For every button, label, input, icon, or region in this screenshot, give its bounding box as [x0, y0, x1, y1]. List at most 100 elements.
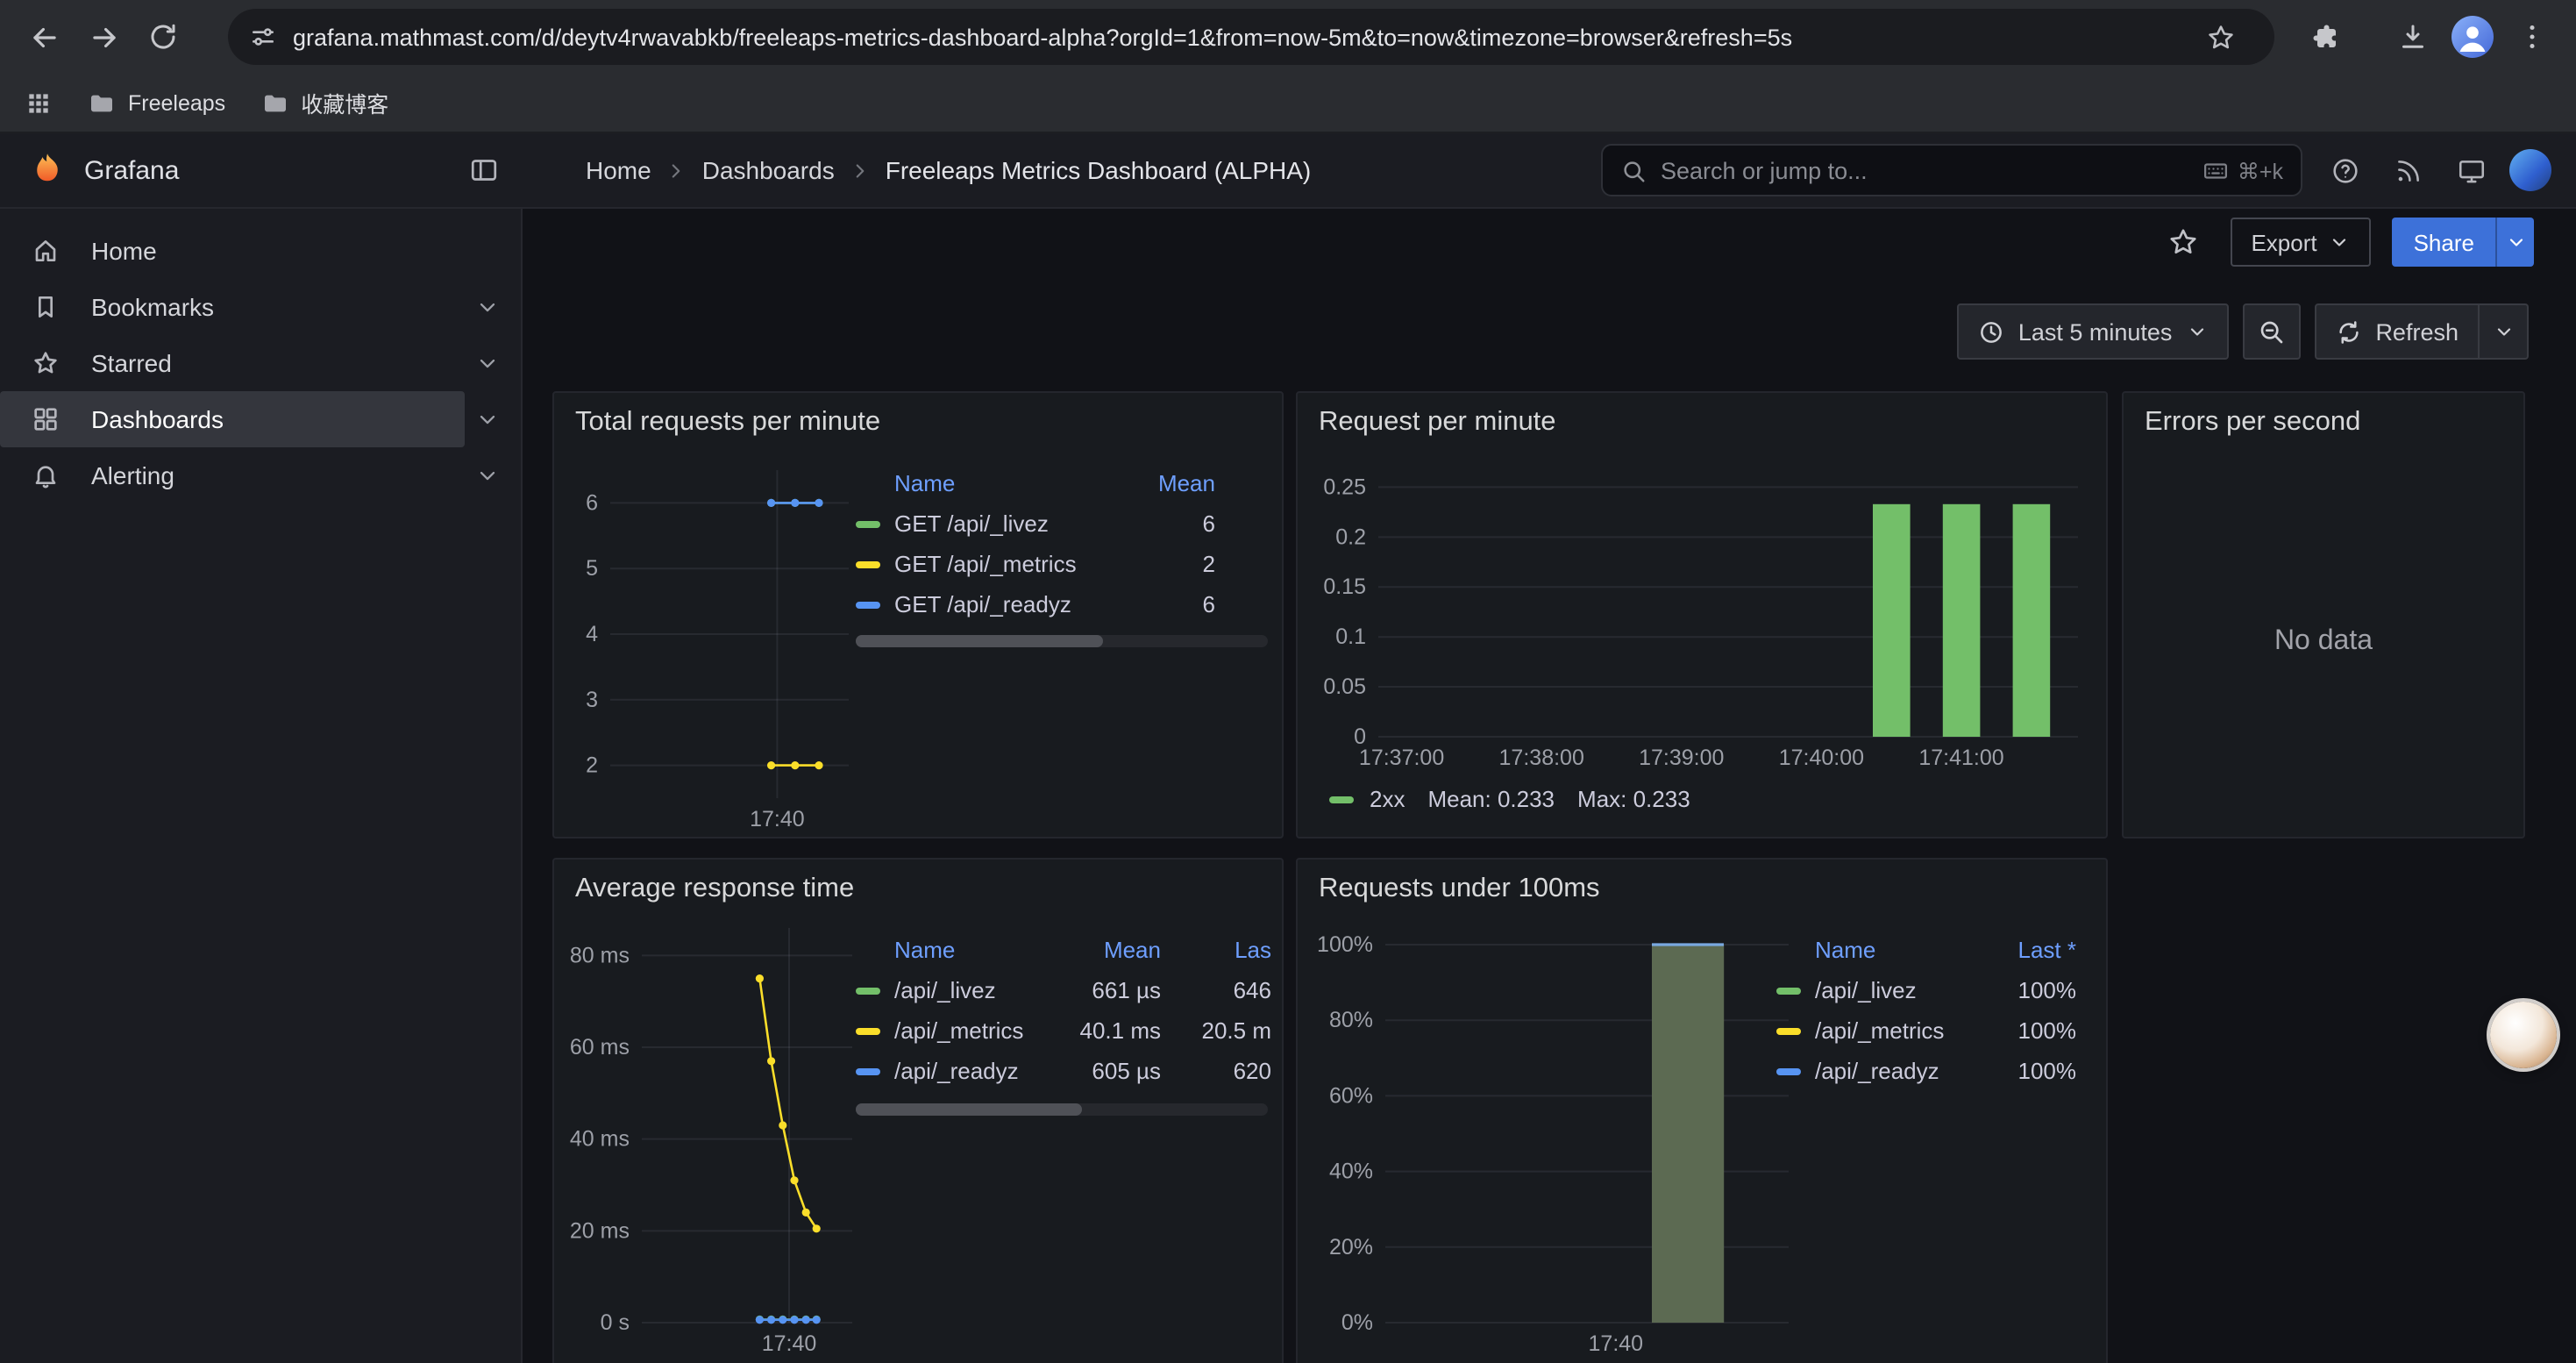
chevron-right-icon — [665, 159, 688, 182]
scrollbar-thumb[interactable] — [856, 635, 1103, 647]
time-range-picker[interactable]: Last 5 minutes — [1957, 303, 2229, 360]
legend-scrollbar[interactable] — [856, 1103, 1268, 1116]
legend-series[interactable]: /api/_readyz — [1776, 1058, 1971, 1084]
kiosk-mode-button[interactable] — [2446, 146, 2495, 195]
legend-col[interactable]: Las — [1161, 937, 1271, 963]
chevron-down-icon[interactable] — [465, 284, 510, 330]
panel-title[interactable]: Average response time — [554, 860, 1282, 905]
legend-series[interactable]: GET /api/_readyz — [856, 591, 1110, 617]
chevron-down-icon — [2330, 232, 2351, 253]
svg-text:20 ms: 20 ms — [570, 1218, 630, 1243]
address-bar[interactable]: grafana.mathmast.com/d/deytv4rwavabkb/fr… — [228, 9, 2274, 65]
chevron-down-icon[interactable] — [465, 396, 510, 442]
bookmark-folder-freeleaps[interactable]: Freeleaps — [88, 89, 225, 117]
svg-text:0.15: 0.15 — [1323, 574, 1366, 599]
site-settings-icon[interactable] — [249, 23, 277, 51]
dashboard-actions: Export Share — [2156, 218, 2534, 267]
user-avatar[interactable] — [2509, 149, 2551, 191]
bookmark-folder-blogs[interactable]: 收藏博客 — [260, 86, 388, 119]
legend-series[interactable]: /api/_metrics — [1776, 1017, 1971, 1044]
panel-title[interactable]: Request per minute — [1298, 393, 2106, 439]
favorite-dashboard-button[interactable] — [2156, 218, 2209, 267]
sidebar-item-starred[interactable]: Starred — [0, 335, 465, 391]
apps-shortcut[interactable] — [25, 89, 53, 117]
forward-button[interactable] — [79, 12, 128, 61]
star-icon — [32, 349, 60, 377]
svg-text:17:37:00: 17:37:00 — [1359, 746, 1444, 770]
legend-series[interactable]: /api/_readyz — [856, 1058, 1031, 1084]
series-name[interactable]: 2xx — [1370, 786, 1405, 812]
legend-col[interactable]: Last * — [1971, 937, 2076, 963]
refresh-button[interactable]: Refresh — [2314, 303, 2480, 360]
svg-text:40%: 40% — [1329, 1160, 1373, 1184]
extensions-button[interactable] — [2301, 12, 2350, 61]
chevron-down-icon[interactable] — [465, 453, 510, 498]
sidebar-item-bookmarks[interactable]: Bookmarks — [0, 279, 465, 335]
browser-profile-button[interactable] — [2448, 12, 2497, 61]
downloads-button[interactable] — [2388, 12, 2437, 61]
sidebar-row-home: Home — [0, 223, 521, 279]
url-text[interactable]: grafana.mathmast.com/d/deytv4rwavabkb/fr… — [293, 24, 2190, 50]
legend-value: 100% — [1971, 977, 2076, 1003]
legend-table: NameMean GET /api/_livez6 GET /api/_metric… — [856, 463, 1264, 624]
header-left: Grafana — [0, 133, 523, 207]
svg-text:5: 5 — [586, 556, 598, 581]
bookmark-star-icon[interactable] — [2206, 22, 2253, 52]
legend-value: 605 µs — [1031, 1058, 1161, 1084]
legend-col[interactable]: Mean — [1031, 937, 1161, 963]
legend-stat: Max: 0.233 — [1577, 786, 1690, 812]
request-per-minute-chart[interactable]: 00.050.10.150.20.2517:37:0017:38:0017:39… — [1312, 446, 2096, 779]
chevron-down-icon[interactable] — [465, 340, 510, 386]
legend-series[interactable]: /api/_livez — [1776, 977, 1971, 1003]
grafana-flame-icon — [28, 151, 67, 189]
total-requests-chart[interactable]: 2345617:40 — [565, 446, 863, 840]
svg-text:0%: 0% — [1341, 1310, 1373, 1335]
browser-menu-button[interactable] — [2508, 12, 2557, 61]
help-button[interactable] — [2320, 146, 2369, 195]
share-menu-caret[interactable] — [2495, 218, 2534, 267]
legend-series[interactable]: GET /api/_livez — [856, 510, 1110, 537]
export-button[interactable]: Export — [2230, 218, 2371, 267]
dock-menu-toggle[interactable] — [459, 146, 509, 195]
average-response-time-chart[interactable]: 0 s20 ms40 ms60 ms80 ms17:40 — [565, 912, 863, 1363]
requests-under-100ms-chart[interactable]: 0%20%40%60%80%100%17:40 — [1312, 912, 1803, 1363]
legend-col-name[interactable]: Name — [856, 937, 1031, 963]
legend-row: /api/_livez661 µs646 — [856, 970, 1271, 1010]
star-outline-icon — [2206, 22, 2236, 52]
legend-series[interactable]: /api/_metrics — [856, 1017, 1031, 1044]
sidebar-item-alerting[interactable]: Alerting — [0, 447, 465, 503]
bookmark-label: 收藏博客 — [301, 86, 388, 119]
legend-col-name[interactable]: Name — [1776, 937, 1971, 963]
panel-title[interactable]: Requests under 100ms — [1298, 860, 2106, 905]
zoom-out-button[interactable] — [2242, 303, 2300, 360]
browser-profile-avatar — [2451, 16, 2494, 58]
sidebar-item-dashboards[interactable]: Dashboards — [0, 391, 465, 447]
share-button[interactable]: Share — [2393, 218, 2495, 267]
sidebar-item-home[interactable]: Home — [0, 223, 510, 279]
reload-button[interactable] — [139, 12, 188, 61]
person-icon — [2451, 16, 2494, 58]
legend-col[interactable]: Mean — [1110, 470, 1215, 496]
legend-row: /api/_metrics40.1 ms20.5 m — [856, 1010, 1271, 1051]
search-input[interactable]: Search or jump to... ⌘+k — [1601, 144, 2302, 196]
breadcrumb-dashboards[interactable]: Dashboards — [702, 156, 835, 184]
refresh-interval-caret[interactable] — [2480, 303, 2529, 360]
breadcrumb-home[interactable]: Home — [586, 156, 651, 184]
panel-title[interactable]: Total requests per minute — [554, 393, 1282, 439]
scrollbar-thumb[interactable] — [856, 1103, 1083, 1116]
legend-col-name[interactable]: Name — [856, 470, 1110, 496]
back-button[interactable] — [19, 12, 68, 61]
svg-text:6: 6 — [586, 490, 598, 515]
zoom-out-icon — [2257, 318, 2285, 346]
legend-series[interactable]: GET /api/_metrics — [856, 551, 1110, 577]
legend-series[interactable]: /api/_livez — [856, 977, 1031, 1003]
legend-table: NameMeanLas/api/_livez661 µs646/api/_met… — [856, 930, 1271, 1091]
assistant-avatar[interactable] — [2490, 1002, 2557, 1068]
sidebar-item-label: Alerting — [91, 461, 174, 489]
panel-title[interactable]: Errors per second — [2124, 393, 2523, 439]
legend-scrollbar[interactable] — [856, 635, 1268, 647]
grafana-logo[interactable] — [28, 151, 67, 189]
legend-row: GET /api/_livez6 — [856, 503, 1215, 544]
news-button[interactable] — [2383, 146, 2432, 195]
search-placeholder: Search or jump to... — [1661, 157, 2188, 183]
